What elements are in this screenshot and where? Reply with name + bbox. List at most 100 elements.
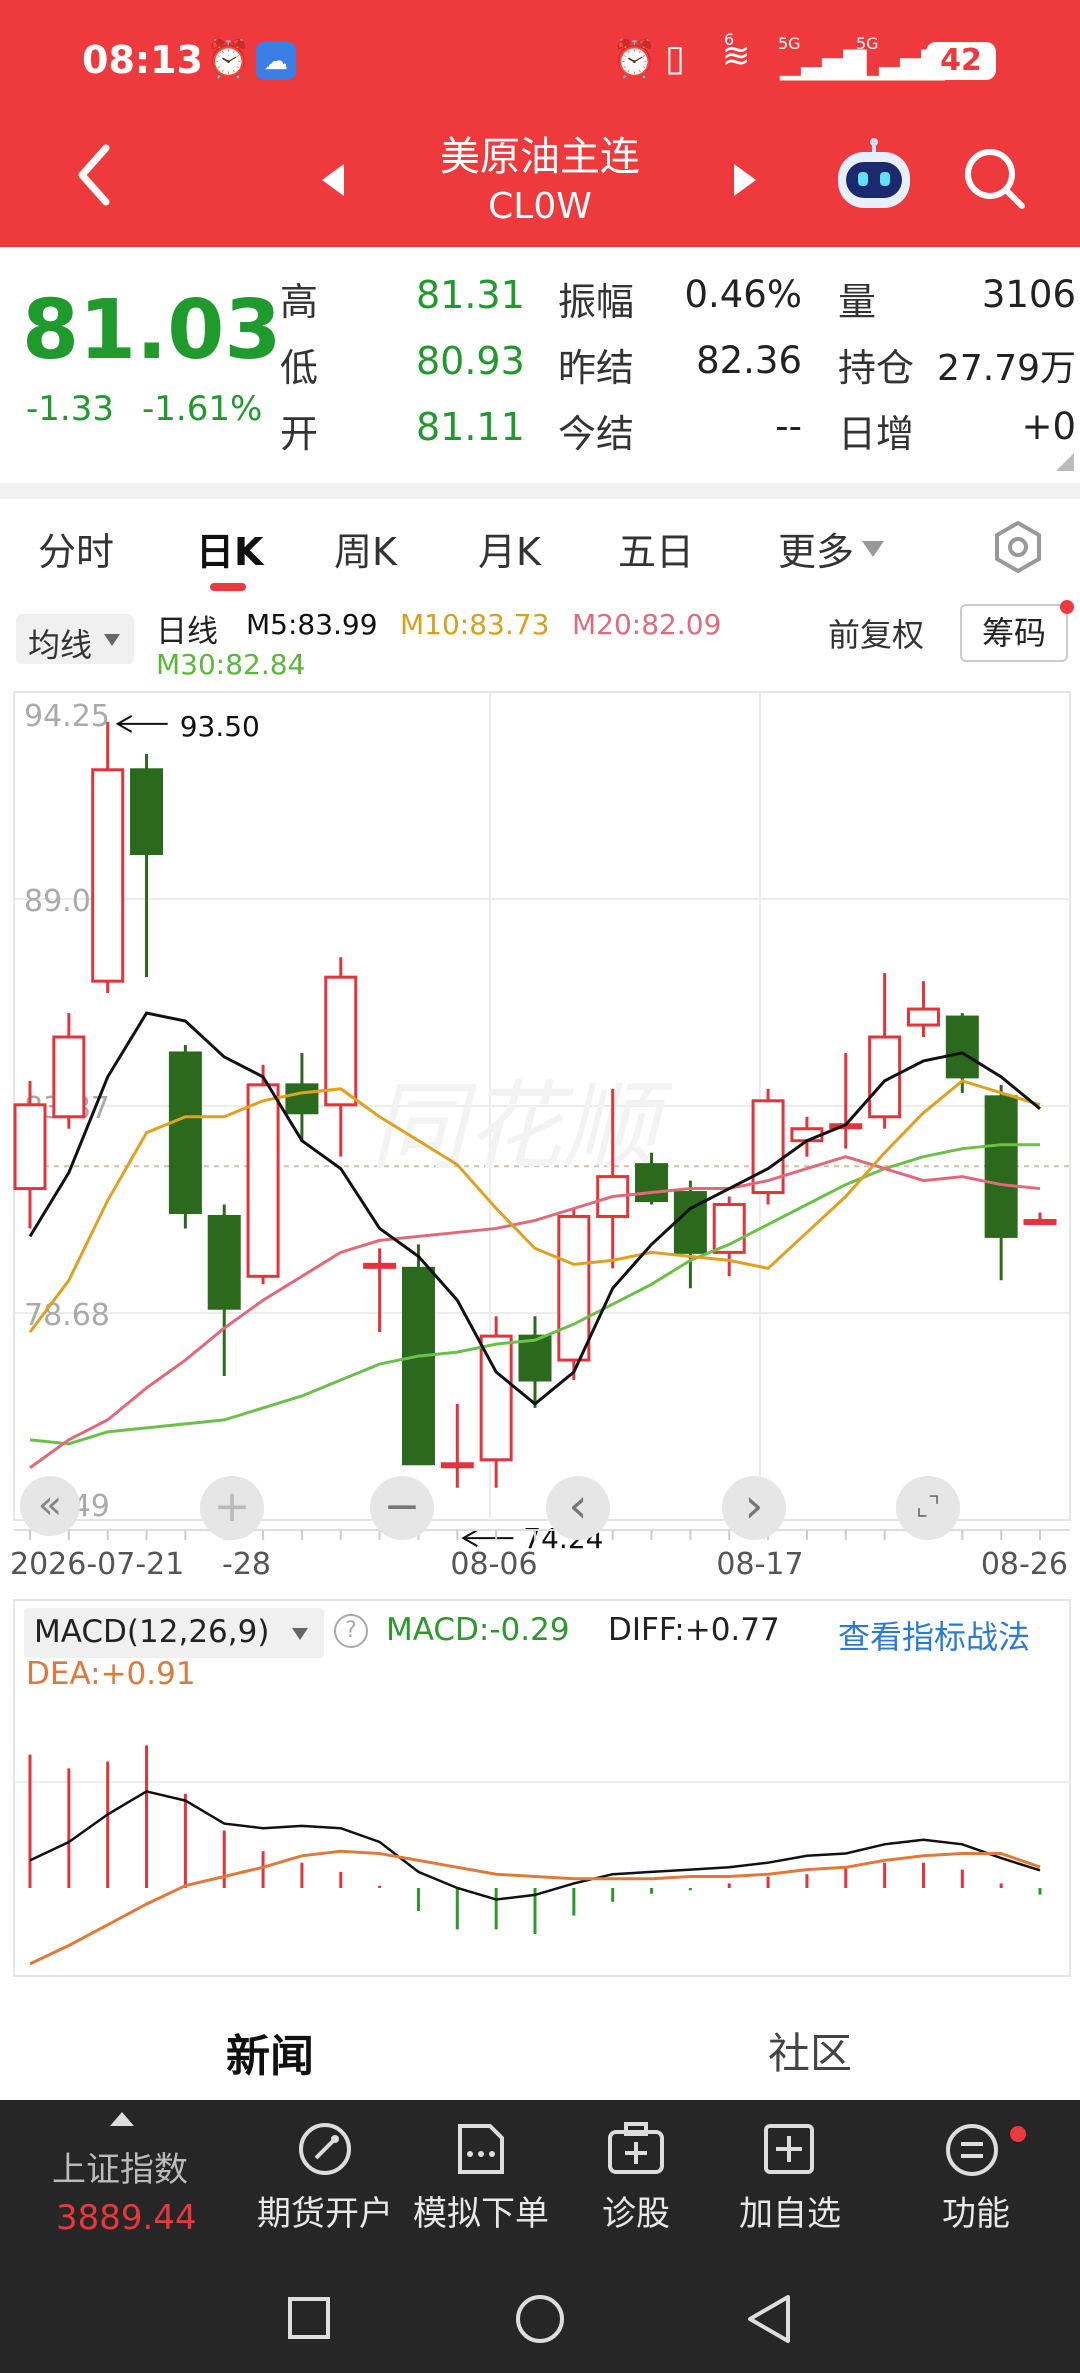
candle: [673, 1180, 707, 1289]
chip-button[interactable]: 筹码: [960, 604, 1068, 662]
tab-intraday[interactable]: 分时: [38, 521, 114, 576]
scroll-left-button[interactable]: «: [20, 1476, 80, 1536]
nav-add-watchlist[interactable]: 加自选: [710, 2186, 870, 2235]
expand-up-icon[interactable]: [110, 2112, 134, 2126]
nav-functions[interactable]: 功能: [896, 2186, 1056, 2235]
price-adjust-toggle[interactable]: 前复权: [828, 610, 924, 656]
back-arrow-icon[interactable]: [70, 140, 120, 210]
candle-body: [285, 1083, 319, 1115]
candle-body: [906, 1007, 940, 1027]
chevron-down-icon: [292, 1628, 308, 1640]
value-today-settle: --: [775, 405, 802, 448]
home-icon[interactable]: [512, 2291, 568, 2347]
tab-news[interactable]: 新闻: [226, 2020, 314, 2084]
diff-value: DIFF:+0.77: [608, 1612, 780, 1648]
zoom-in-button[interactable]: +: [200, 1476, 264, 1540]
ma-m30: M30:82.84: [156, 648, 306, 681]
kline-chart[interactable]: 94.2589.0683.8778.6873.49同花顺93.5074.2420…: [0, 600, 1080, 1990]
search-icon[interactable]: [960, 144, 1030, 214]
chart-area: 94.2589.0683.8778.6873.49同花顺93.5074.2420…: [0, 600, 1080, 1990]
value-high: 81.31: [416, 273, 525, 317]
chip-notification-dot: [1060, 600, 1074, 614]
tab-monthly-k[interactable]: 月K: [478, 521, 541, 576]
weather-icon: ☁: [256, 42, 296, 80]
candle: [168, 1044, 202, 1229]
next-contract-icon[interactable]: [730, 160, 760, 200]
index-value: 3889.44: [56, 2198, 197, 2238]
index-name[interactable]: 上证指数: [52, 2142, 188, 2191]
futures-account-icon: [299, 2123, 351, 2175]
nav-futures-account[interactable]: 期货开户: [245, 2186, 405, 2235]
candle-body: [324, 975, 358, 1107]
dea-value: DEA:+0.91: [26, 1656, 196, 1692]
back-icon[interactable]: [744, 2291, 794, 2347]
candle-body: [557, 1214, 591, 1362]
robot-assistant-icon[interactable]: [832, 138, 916, 218]
candle-body: [518, 1334, 552, 1382]
candle-body: [945, 1015, 979, 1079]
prev-contract-icon[interactable]: [318, 160, 348, 200]
period-tabs: 分时 日K 周K 月K 五日 更多: [0, 499, 1080, 599]
candle-body: [984, 1095, 1018, 1238]
expand-corner-icon[interactable]: [1056, 453, 1074, 471]
indicator-strategy-link[interactable]: 查看指标战法: [838, 1612, 1030, 1658]
candle-body: [401, 1266, 435, 1466]
nav-mock-order[interactable]: 模拟下单: [401, 2186, 561, 2235]
label-daily-change: 日增: [838, 412, 915, 456]
label-low: 低: [280, 346, 319, 390]
x-tick-label: 08-06: [450, 1547, 537, 1582]
tab-more[interactable]: 更多: [778, 521, 854, 576]
contract-title: 美原油主连: [440, 134, 640, 180]
value-low: 80.93: [416, 339, 525, 383]
alarm-icon: ⏰: [206, 39, 251, 80]
candle: [440, 1403, 474, 1488]
chevron-down-icon[interactable]: [860, 539, 886, 559]
candle-body: [52, 1035, 86, 1119]
label-amplitude: 振幅: [558, 280, 635, 324]
help-icon[interactable]: ?: [334, 1614, 368, 1648]
zoom-out-button[interactable]: −: [370, 1476, 434, 1540]
bottom-nav: 上证指数 3889.44 期货开户 模拟下单 诊股 加自选 功能: [0, 2100, 1080, 2265]
y-tick-label: 78.68: [24, 1298, 110, 1333]
label-high: 高: [280, 280, 319, 324]
stock-diagnosis-icon: [608, 2122, 664, 2174]
candle: [751, 1088, 785, 1205]
candle: [324, 957, 358, 1157]
value-open-interest: 27.79万: [936, 348, 1076, 389]
pan-right-button[interactable]: ›: [722, 1476, 786, 1540]
value-open: 81.11: [416, 405, 525, 449]
y-tick-label: 94.25: [24, 699, 110, 734]
tab-five-day[interactable]: 五日: [618, 521, 694, 576]
add-watchlist-icon: [764, 2124, 814, 2174]
value-amplitude: 0.46%: [684, 273, 802, 316]
candle: [363, 1248, 397, 1333]
signal-1-icon: ▁▃▅▇: [780, 46, 866, 81]
value-daily-change: +0: [1021, 405, 1076, 448]
fullscreen-button[interactable]: ⌞⌝: [896, 1476, 960, 1540]
title-bar: 美原油主连 CL0W: [0, 120, 1080, 247]
ma-m10: M10:83.73: [400, 608, 550, 641]
value-volume: 3106: [981, 273, 1076, 316]
candle: [829, 1052, 863, 1149]
recent-apps-icon[interactable]: [286, 2295, 332, 2341]
label-today-settle: 今结: [558, 412, 635, 456]
nav-stock-diagnosis[interactable]: 诊股: [556, 2186, 716, 2235]
tab-community[interactable]: 社区: [768, 2020, 852, 2081]
settings-hex-icon[interactable]: [990, 519, 1046, 575]
tab-daily-k[interactable]: 日K: [196, 521, 263, 576]
pan-left-button[interactable]: ‹: [546, 1476, 610, 1540]
macd-selector[interactable]: MACD(12,26,9): [24, 1608, 324, 1658]
label-open-interest: 持仓: [838, 346, 915, 390]
macd-label: MACD(12,26,9): [34, 1614, 270, 1650]
x-tick-label: 08-17: [716, 1547, 803, 1582]
ma-selector[interactable]: 均线: [16, 614, 134, 664]
candle: [557, 1208, 591, 1381]
price-change-pct: -1.61%: [142, 389, 263, 429]
candle-body: [363, 1262, 397, 1269]
macd-diff-line: [29, 1790, 1041, 1901]
candle-body: [91, 768, 125, 983]
tab-weekly-k[interactable]: 周K: [334, 521, 397, 576]
candle-body: [635, 1163, 669, 1203]
label-prev-settle: 昨结: [558, 346, 635, 390]
x-tick-label: 2026-07-21: [10, 1547, 184, 1582]
